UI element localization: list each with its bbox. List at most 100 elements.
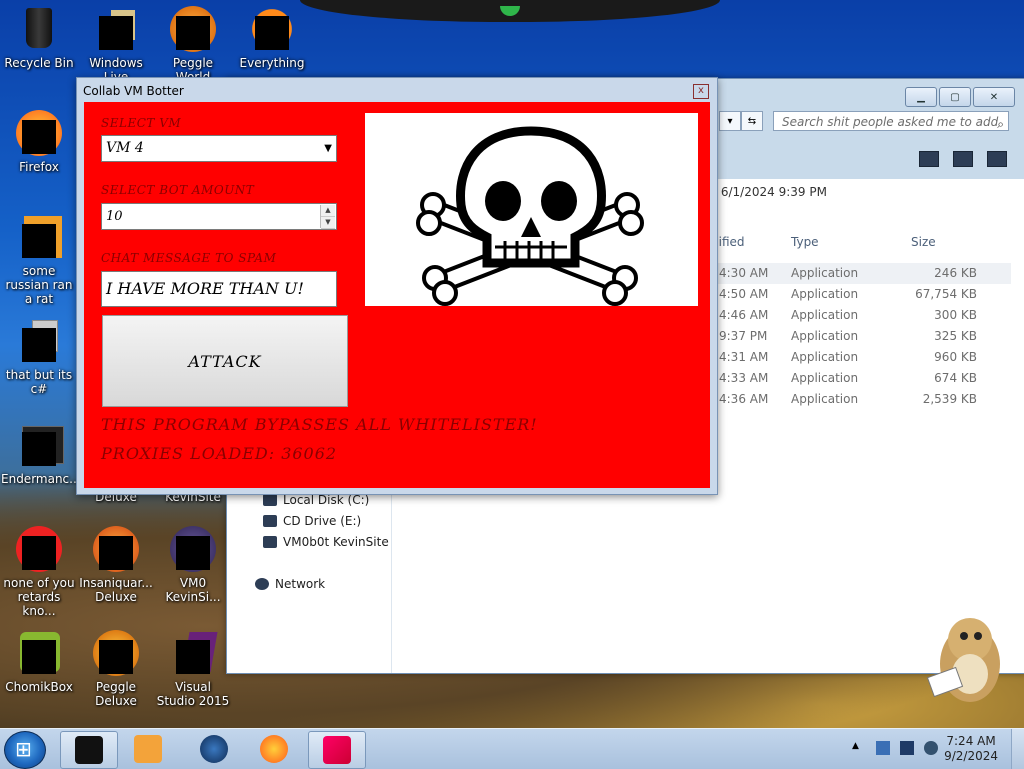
refresh-icon[interactable]: ⇆	[741, 111, 763, 131]
desktop-icon-endermanch[interactable]: Endermanc...	[1, 422, 81, 486]
media-player-icon	[134, 735, 162, 763]
select-vm-label: SELECT VM	[101, 116, 182, 130]
peggle-deluxe-icon	[93, 630, 139, 676]
bot-amount-label: SELECT BOT AMOUNT	[101, 183, 255, 197]
desktop-icon-firefox[interactable]: Firefox	[1, 110, 77, 174]
maximize-button[interactable]: ▢	[939, 87, 971, 107]
top-notch	[300, 0, 720, 22]
fish-icon	[93, 526, 139, 572]
address-controls: ▾ ⇆	[719, 111, 763, 131]
desktop-icon-chomikbox[interactable]: ChomikBox	[1, 630, 77, 694]
terminal-icon	[16, 422, 64, 468]
spinner: ▲ ▼	[320, 205, 335, 229]
column-size[interactable]: Size	[911, 235, 936, 249]
tray-expand-icon[interactable]: ▲	[852, 741, 866, 755]
opera-icon	[16, 526, 62, 572]
network-drive-icon	[263, 536, 277, 548]
desktop-icon-peggle-deluxe[interactable]: Peggle Deluxe	[78, 630, 154, 708]
taskbar-app-globe[interactable]	[186, 731, 242, 767]
windows-live-icon	[93, 6, 139, 52]
file-icon	[16, 318, 62, 364]
attack-button[interactable]: ATTACK	[102, 315, 348, 407]
visual-studio-icon	[170, 630, 218, 676]
start-button[interactable]	[4, 731, 46, 769]
table-row[interactable]: 4:50 AM Application 67,754 KB	[711, 284, 1011, 305]
vm-icon	[170, 526, 216, 572]
desktop-icon-everything[interactable]: Everything	[234, 6, 310, 70]
java-icon	[16, 214, 62, 260]
chat-message-label: CHAT MESSAGE TO SPAM	[101, 251, 277, 265]
botter-app-icon	[323, 736, 351, 764]
desktop-icon-csharp[interactable]: that but its c#	[1, 318, 77, 396]
cd-drive-icon	[263, 515, 277, 527]
desktop-icon-vm0-kevinsite[interactable]: VM0 KevinSi...	[155, 526, 231, 604]
nav-cd-drive[interactable]: CD Drive (E:)	[263, 514, 361, 528]
flag-icon[interactable]	[876, 741, 890, 755]
proxies-loaded: PROXIES LOADED: 36062	[101, 444, 338, 463]
table-row[interactable]: 4:46 AM Application 300 KB	[711, 305, 1011, 326]
skull-image-panel	[365, 113, 698, 306]
skull-crossbones-icon	[416, 126, 644, 306]
preview-pane-icon[interactable]	[953, 151, 973, 167]
nav-network[interactable]: Network	[255, 577, 325, 591]
desktop-icon-windows-live[interactable]: Windows Live	[78, 6, 154, 84]
taskbar-app-firefox[interactable]	[246, 731, 302, 767]
network-icon[interactable]	[900, 741, 914, 755]
details-modified: : 6/1/2024 9:39 PM	[713, 185, 827, 199]
hamster-icon	[926, 618, 1000, 702]
network-icon	[255, 578, 269, 590]
desktop-icon-visual-studio[interactable]: Visual Studio 2015	[155, 630, 231, 708]
everything-icon	[249, 6, 295, 52]
botter-close-button[interactable]: x	[693, 84, 709, 99]
spin-down-icon[interactable]: ▼	[321, 217, 335, 229]
chat-message-input[interactable]: I HAVE MORE THAN U!	[101, 271, 337, 307]
help-icon[interactable]	[987, 151, 1007, 167]
table-row[interactable]: 4:33 AM Application 674 KB	[711, 368, 1011, 389]
desktop-icon-peggle-world[interactable]: Peggle World	[155, 6, 231, 84]
chomikbox-icon	[16, 630, 62, 676]
table-row[interactable]: 9:37 PM Application 325 KB	[711, 326, 1011, 347]
bot-amount-stepper[interactable]: 10 ▲ ▼	[101, 203, 337, 230]
bypass-message: THIS PROGRAM BYPASSES ALL WHITELISTER!	[101, 415, 538, 434]
globe-icon	[200, 735, 228, 763]
drive-icon	[263, 494, 277, 506]
file-list: 4:30 AM Application 246 KB 4:50 AM Appli…	[711, 263, 1011, 410]
column-type[interactable]: Type	[791, 235, 819, 249]
spin-up-icon[interactable]: ▲	[321, 205, 335, 217]
folder-icon	[75, 736, 103, 764]
minimize-button[interactable]: ▁	[905, 87, 937, 107]
taskbar: ▲ 7:24 AM 9/2/2024	[0, 728, 1024, 769]
views-icon[interactable]	[919, 151, 939, 167]
peggle-world-icon	[170, 6, 216, 52]
nav-vm-site[interactable]: VM0b0t KevinSite	[263, 535, 389, 549]
taskbar-app-explorer[interactable]	[60, 731, 118, 769]
taskbar-app-botter[interactable]	[308, 731, 366, 769]
table-row[interactable]: 4:31 AM Application 960 KB	[711, 347, 1011, 368]
firefox-icon	[16, 110, 62, 156]
desktop-icon-russian-rat[interactable]: some russian ran a rat	[1, 214, 77, 306]
recycle-bin-icon	[16, 6, 62, 52]
desktop-icon-recycle-bin[interactable]: Recycle Bin	[1, 6, 77, 70]
table-row[interactable]: 4:30 AM Application 246 KB	[711, 263, 1011, 284]
taskbar-app-media[interactable]	[120, 731, 176, 767]
explorer-toolbar	[919, 151, 1007, 167]
chevron-down-icon[interactable]: ▼	[324, 136, 332, 161]
close-button[interactable]: ✕	[973, 87, 1015, 107]
volume-icon[interactable]	[924, 741, 938, 755]
clock[interactable]: 7:24 AM 9/2/2024	[944, 734, 998, 764]
desktop-icon-none-of-you[interactable]: none of you retards kno...	[1, 526, 77, 618]
botter-title[interactable]: Collab VM Botter	[77, 78, 717, 102]
address-dropdown-icon[interactable]: ▾	[719, 111, 741, 131]
explorer-window-controls: ▁ ▢ ✕	[905, 87, 1015, 107]
nav-local-disk[interactable]: Local Disk (C:)	[263, 493, 369, 507]
vm-select-dropdown[interactable]: VM 4 ▼	[101, 135, 337, 162]
botter-window[interactable]: Collab VM Botter x SELECT VM VM 4 ▼ SELE…	[76, 77, 718, 495]
table-row[interactable]: 4:36 AM Application 2,539 KB	[711, 389, 1011, 410]
tray-icons: ▲	[852, 741, 938, 755]
search-input[interactable]: Search shit people asked me to add ⌕	[773, 111, 1009, 131]
show-desktop-button[interactable]	[1011, 729, 1024, 769]
search-icon[interactable]: ⌕	[997, 114, 1004, 134]
botter-client-area: SELECT VM VM 4 ▼ SELECT BOT AMOUNT 10 ▲ …	[84, 102, 710, 488]
system-tray: ▲ 7:24 AM 9/2/2024	[834, 729, 1024, 769]
desktop-icon-insaniquarium[interactable]: Insaniquar... Deluxe	[78, 526, 154, 604]
